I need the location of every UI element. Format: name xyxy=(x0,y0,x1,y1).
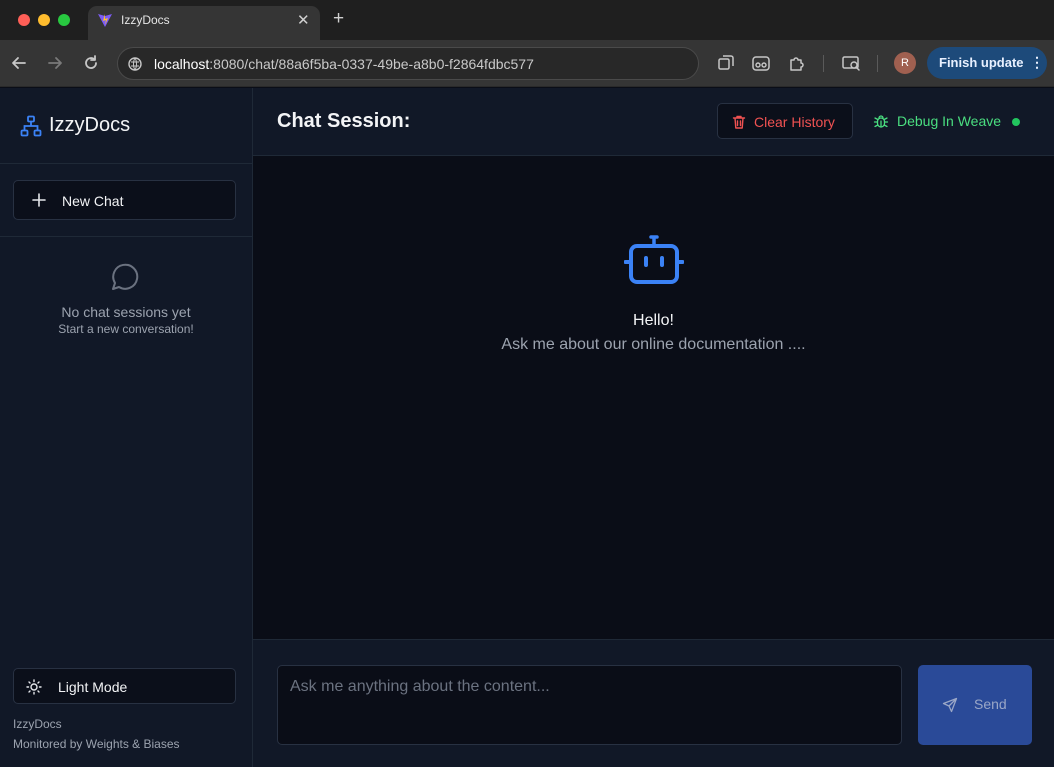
url-text: localhost:8080/chat/88a6f5ba-0337-49be-a… xyxy=(154,56,534,72)
tab-close-icon[interactable]: ✕ xyxy=(297,11,310,29)
url-host: localhost xyxy=(154,56,210,72)
browser-window: IzzyDocs ✕ + localhost:8080/chat/88a6f5b… xyxy=(0,0,1054,767)
reload-icon[interactable] xyxy=(81,53,101,73)
brand-title: IzzyDocs xyxy=(49,114,131,136)
extensions-icon[interactable] xyxy=(787,53,807,73)
debug-in-weave-button[interactable]: Debug In Weave xyxy=(869,103,1029,139)
footer-monitor-text: Monitored by Weights & Biases xyxy=(13,737,180,751)
bot-icon xyxy=(624,235,684,284)
light-mode-toggle[interactable]: Light Mode xyxy=(13,668,236,704)
new-chat-section: New Chat xyxy=(0,164,252,237)
tab-search-icon[interactable] xyxy=(716,53,736,73)
sun-icon xyxy=(26,679,42,695)
message-composer: Send xyxy=(253,639,1054,767)
bug-icon xyxy=(873,115,889,128)
toolbar-divider xyxy=(823,55,824,72)
cast-search-icon[interactable] xyxy=(841,53,861,73)
tab-strip: IzzyDocs ✕ + xyxy=(0,0,1054,40)
maximize-window-button[interactable] xyxy=(58,14,70,26)
welcome-greeting: Hello! xyxy=(633,312,674,329)
new-chat-button[interactable]: New Chat xyxy=(13,180,236,220)
status-indicator xyxy=(1012,118,1020,126)
address-bar[interactable]: localhost:8080/chat/88a6f5ba-0337-49be-a… xyxy=(117,47,699,80)
send-button[interactable]: Send xyxy=(918,665,1032,745)
trash-icon xyxy=(732,115,746,129)
sitemap-icon xyxy=(20,115,42,137)
url-path: :8080/chat/88a6f5ba-0337-49be-a8b0-f2864… xyxy=(209,56,534,72)
send-icon xyxy=(942,697,958,713)
tab-title: IzzyDocs xyxy=(121,13,170,27)
more-menu-icon[interactable]: ⋮ xyxy=(1030,53,1044,71)
incognito-icon[interactable] xyxy=(751,53,771,73)
message-circle-icon xyxy=(112,263,139,290)
sidebar: IzzyDocs New Chat No chat sessions yet S… xyxy=(0,88,253,767)
welcome-prompt: Ask me about our online documentation ..… xyxy=(501,336,806,353)
clear-history-button[interactable]: Clear History xyxy=(717,103,853,139)
back-icon[interactable] xyxy=(9,53,29,73)
send-label: Send xyxy=(974,696,1007,712)
browser-tab[interactable]: IzzyDocs ✕ xyxy=(88,6,320,40)
close-window-button[interactable] xyxy=(18,14,30,26)
vite-favicon-icon xyxy=(98,14,112,27)
finish-update-label: Finish update xyxy=(939,55,1024,70)
browser-toolbar: localhost:8080/chat/88a6f5ba-0337-49be-a… xyxy=(0,40,1054,87)
brand-header: IzzyDocs xyxy=(0,88,252,164)
finish-update-button[interactable]: Finish update ⋮ xyxy=(927,47,1047,79)
chat-message-input[interactable] xyxy=(277,665,902,745)
debug-in-weave-label: Debug In Weave xyxy=(897,113,1002,129)
clear-history-label: Clear History xyxy=(754,114,835,130)
empty-sessions-subtitle: Start a new conversation! xyxy=(58,322,194,336)
chat-header: Chat Session: Clear History Debug In Wea… xyxy=(253,88,1054,156)
footer-app-name: IzzyDocs xyxy=(13,717,62,731)
site-info-icon[interactable] xyxy=(127,56,143,72)
light-mode-label: Light Mode xyxy=(58,679,128,695)
new-chat-label: New Chat xyxy=(62,193,124,209)
plus-icon xyxy=(32,193,46,207)
chat-main: Chat Session: Clear History Debug In Wea… xyxy=(253,88,1054,767)
forward-icon[interactable] xyxy=(45,53,65,73)
toolbar-divider xyxy=(877,55,878,72)
new-tab-icon[interactable]: + xyxy=(333,9,344,29)
minimize-window-button[interactable] xyxy=(38,14,50,26)
profile-avatar[interactable]: R xyxy=(894,52,916,74)
page-title: Chat Session: xyxy=(277,110,411,132)
empty-sessions-title: No chat sessions yet xyxy=(61,304,191,320)
